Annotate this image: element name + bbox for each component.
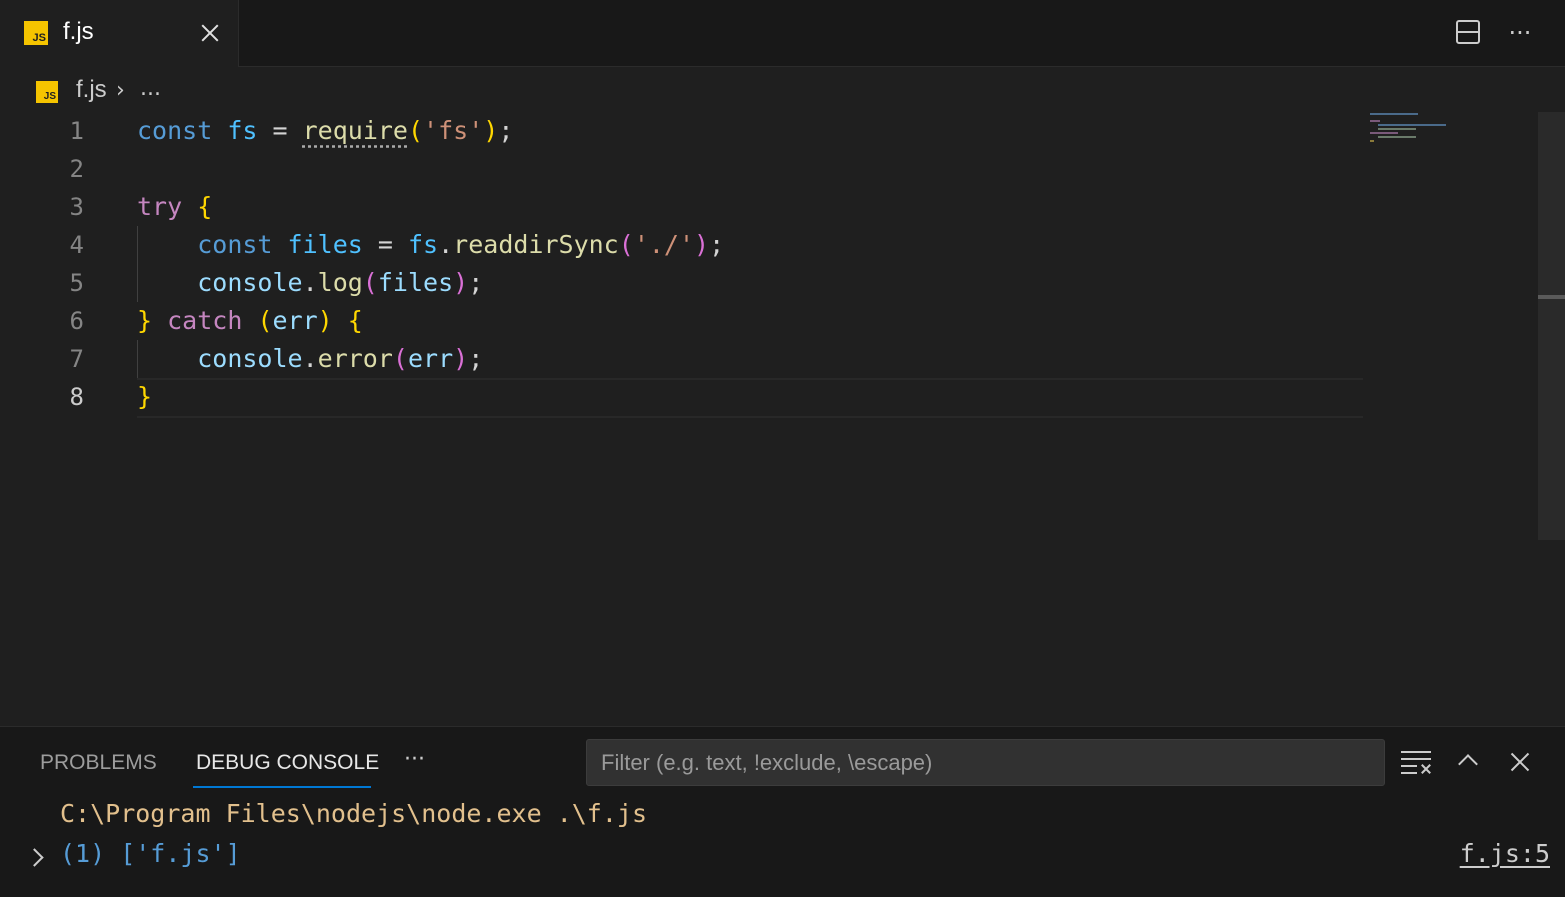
breadcrumb-symbols[interactable]: ... — [140, 76, 161, 101]
editor-tab-bar: JS f.js ··· — [0, 0, 1565, 67]
filter-input[interactable] — [586, 739, 1385, 786]
clear-console-line — [1401, 758, 1431, 760]
code-text: } — [137, 382, 153, 411]
minimap-line — [1378, 124, 1446, 126]
split-editor-icon[interactable] — [1455, 19, 1483, 47]
clear-console-line — [1401, 751, 1431, 753]
tab-label: f.js — [63, 18, 94, 45]
split-editor-divider — [1456, 31, 1480, 33]
code-line-active[interactable]: 8 } — [0, 378, 1365, 416]
javascript-file-icon: JS — [24, 21, 48, 45]
line-number: 3 — [69, 193, 84, 221]
breadcrumb-file[interactable]: f.js — [76, 76, 107, 104]
line-number: 2 — [69, 155, 84, 183]
clear-console-line — [1401, 765, 1417, 767]
more-panels-icon[interactable]: ··· — [404, 747, 425, 772]
code-text: console.error(err); — [197, 344, 484, 373]
close-icon[interactable] — [196, 18, 226, 48]
minimap-line — [1378, 128, 1416, 130]
code-line[interactable]: 6 } catch (err) { — [0, 302, 1365, 340]
close-panel-icon[interactable] — [1506, 748, 1534, 776]
code-line[interactable]: 1 const fs = require('fs'); — [0, 112, 1365, 150]
code-text: const files = fs.readdirSync('./'); — [197, 230, 725, 259]
code-line[interactable]: 4 const files = fs.readdirSync('./'); — [0, 226, 1365, 264]
chevron-right-icon: › — [116, 78, 125, 103]
code-text: console.log(files); — [197, 268, 484, 297]
clear-console-icon[interactable] — [1401, 749, 1433, 775]
line-number: 8 — [69, 383, 84, 411]
code-text: const fs = require('fs'); — [137, 116, 514, 145]
line-number: 6 — [69, 307, 84, 335]
clear-console-line — [1401, 772, 1417, 774]
javascript-file-icon: JS — [36, 81, 58, 103]
expand-chevron-icon[interactable] — [30, 849, 44, 863]
bottom-panel: PROBLEMS DEBUG CONSOLE ··· C:\Program Fi… — [0, 726, 1565, 897]
tab-debug-console[interactable]: DEBUG CONSOLE — [196, 751, 379, 775]
console-source-link[interactable]: f.js:5 — [1460, 839, 1550, 868]
minimap[interactable] — [1370, 112, 1480, 152]
minimap-line — [1370, 120, 1380, 122]
active-tab-indicator — [193, 786, 371, 788]
console-output-row: (1) ['f.js'] f.js:5 — [0, 839, 1565, 877]
code-text: } catch (err) { — [137, 306, 363, 335]
code-line[interactable]: 5 console.log(files); — [0, 264, 1365, 302]
code-line[interactable]: 7 console.error(err); — [0, 340, 1365, 378]
console-output-value[interactable]: (1) ['f.js'] — [60, 839, 241, 868]
code-editor[interactable]: 1 const fs = require('fs'); 2 3 try { 4 … — [0, 112, 1565, 726]
minimap-line — [1370, 140, 1374, 142]
tab-f-js[interactable]: JS f.js — [0, 0, 239, 67]
line-number: 4 — [69, 231, 84, 259]
code-line[interactable]: 3 try { — [0, 188, 1365, 226]
code-text: try { — [137, 192, 213, 221]
console-command-line: C:\Program Files\nodejs\node.exe .\f.js — [60, 799, 647, 828]
code-line[interactable]: 2 — [0, 150, 1365, 188]
tab-problems[interactable]: PROBLEMS — [40, 751, 157, 775]
line-number: 5 — [69, 269, 84, 297]
line-number: 7 — [69, 345, 84, 373]
minimap-line — [1370, 132, 1398, 134]
vertical-scrollbar[interactable] — [1538, 112, 1565, 540]
minimap-line — [1370, 113, 1418, 115]
minimap-line — [1378, 136, 1416, 138]
more-actions-icon[interactable]: ··· — [1505, 20, 1535, 46]
chevron-up-icon[interactable] — [1456, 751, 1480, 771]
line-number: 1 — [69, 117, 84, 145]
scrollbar-cursor-marker — [1538, 295, 1565, 299]
